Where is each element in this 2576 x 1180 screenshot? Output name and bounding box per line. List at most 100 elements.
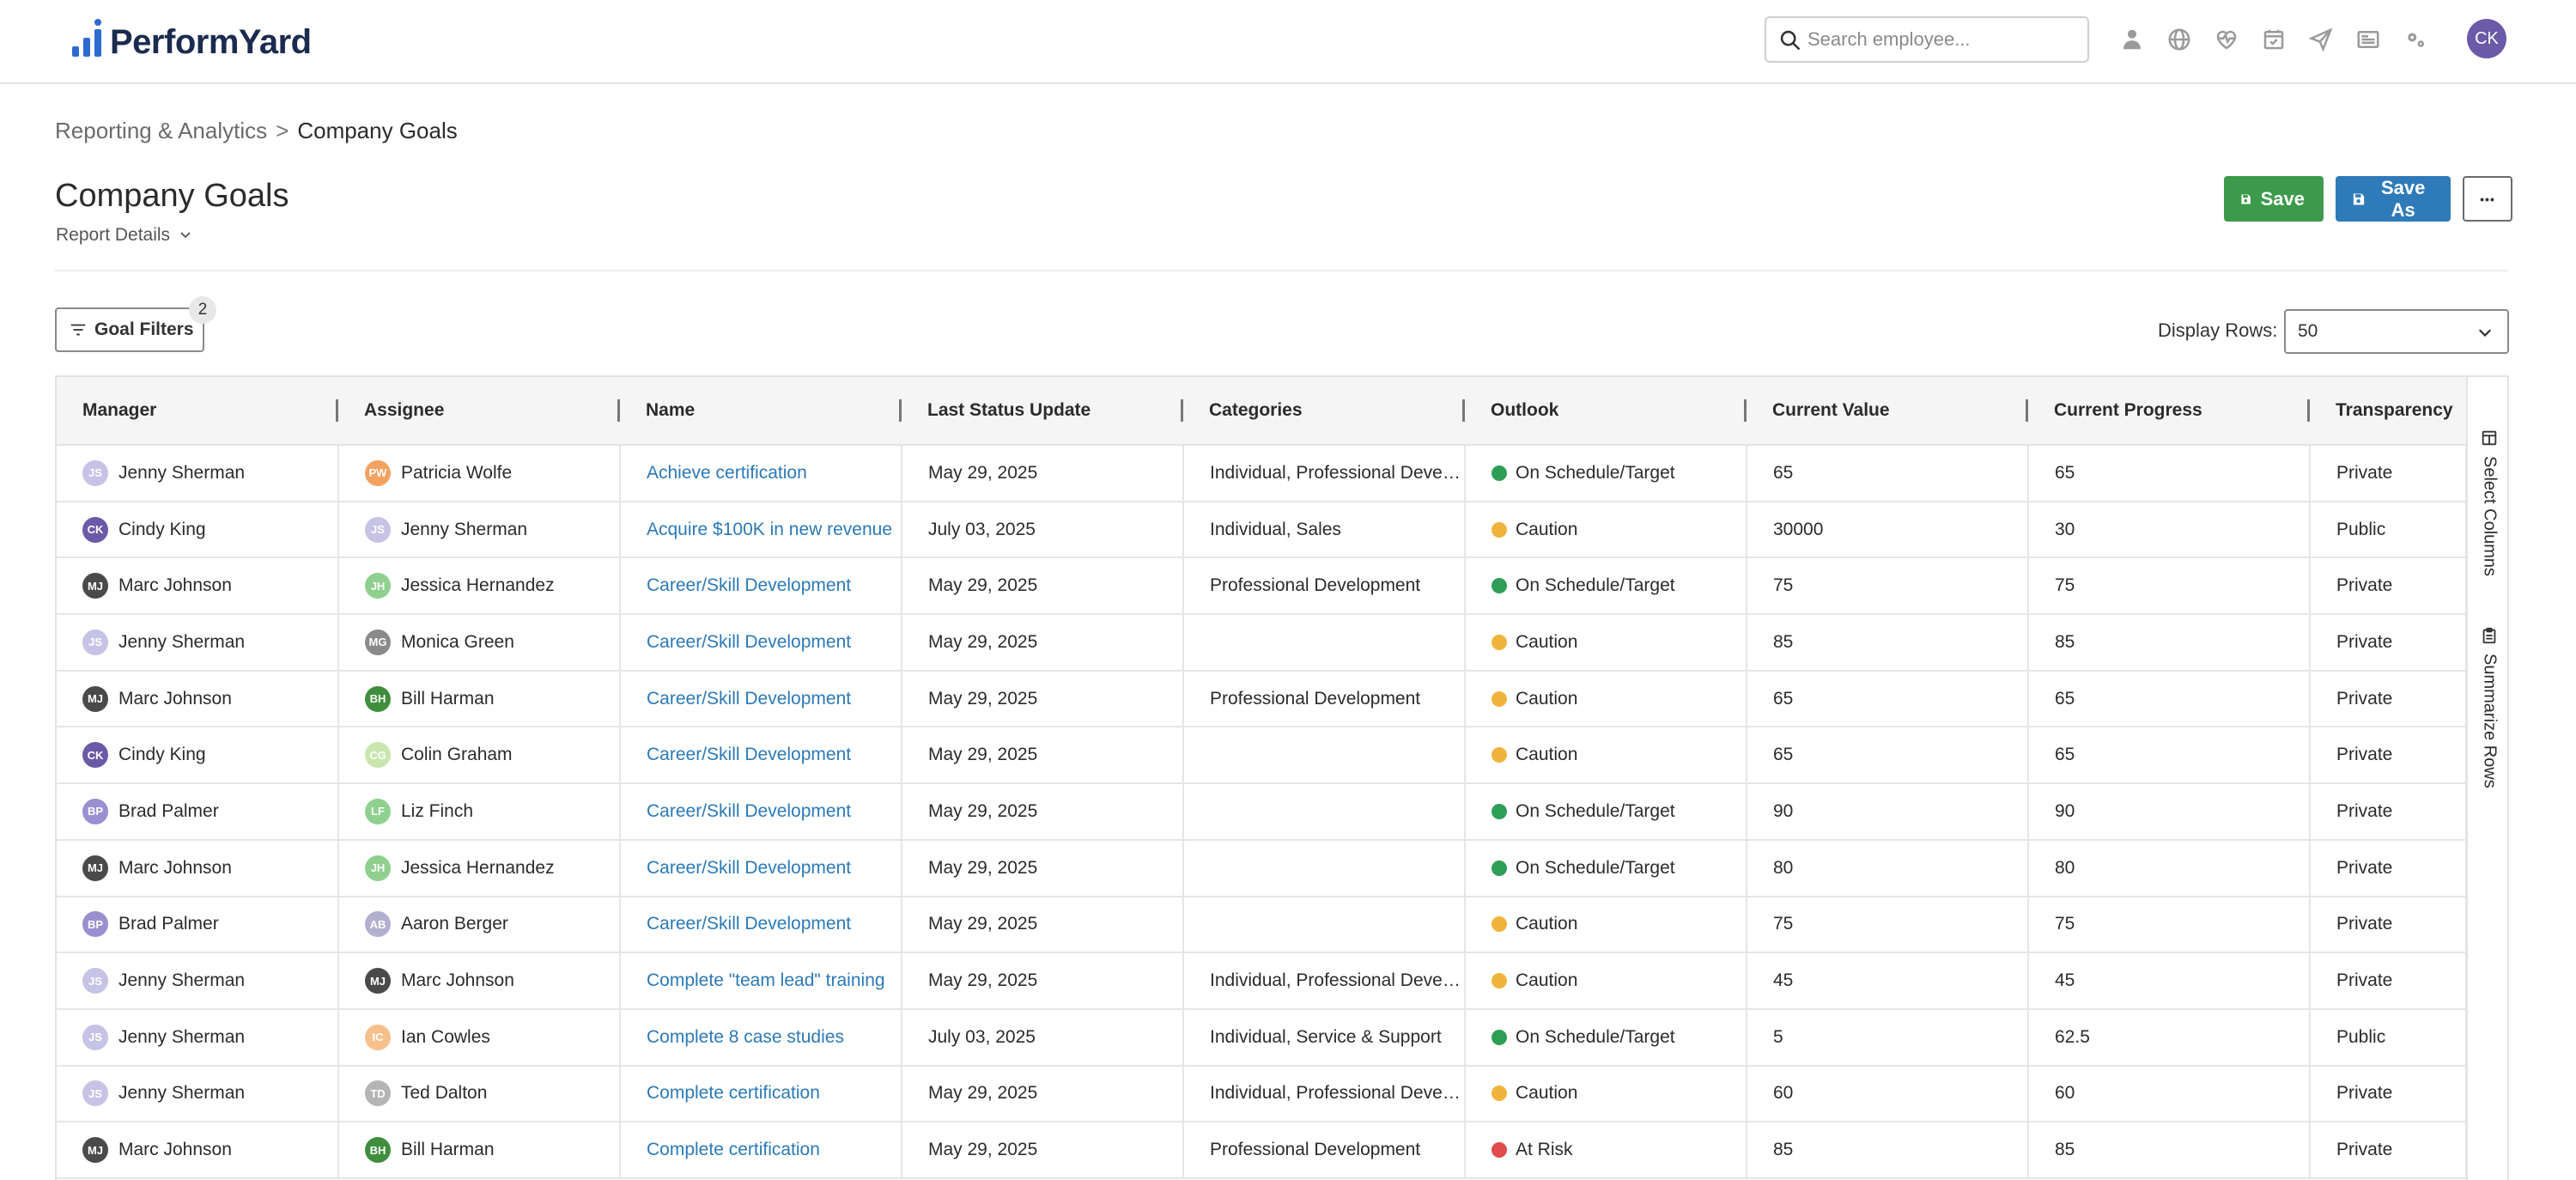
last-status-update-cell: May 29, 2025 [902,1122,1184,1179]
chevron-down-icon [2478,329,2492,338]
column-header[interactable]: Current Value [1747,377,2028,446]
last-status-update-cell: May 29, 2025 [902,1065,1184,1123]
last-status-update-cell: July 03, 2025 [902,1008,1184,1067]
goal-name-link[interactable]: Complete certification [620,1065,902,1123]
outlook-status-dot [1492,578,1507,594]
table-row[interactable]: CK Cindy King CG Colin Graham Career/Skill D… [57,727,2467,785]
table-row[interactable]: JS Jenny Sherman MG Monica Green Career/Skil… [57,614,2467,672]
goal-name-link[interactable]: Career/Skill Development [620,670,902,728]
transparency-cell: Private [2310,896,2467,954]
performyard-logo[interactable]: PerformYard [72,19,312,64]
more-options-button[interactable]: ••• [2463,176,2512,222]
breadcrumb-reporting-link[interactable]: Reporting & Analytics [55,118,267,144]
user-avatar[interactable]: CK [2467,19,2506,58]
paper-plane-icon[interactable] [2304,22,2338,57]
manager-cell: MJ Marc Johnson [57,839,339,897]
save-button[interactable]: Save [2224,176,2324,222]
floppy-disk-icon [2241,194,2251,204]
column-header[interactable]: Name [620,377,902,446]
manager-cell: BP Brad Palmer [57,896,339,954]
categories-cell: Individual, Professional Development [1183,952,1466,1010]
news-icon[interactable] [2351,22,2385,57]
goal-name-link[interactable]: Career/Skill Development [620,783,902,841]
goal-name-link[interactable]: Complete 8 case studies [620,1008,902,1067]
report-actions: Save Save As ••• [2224,176,2512,222]
avatar: MJ [82,685,108,712]
current-value-cell: 30000 [1747,501,2029,559]
table-row[interactable]: JS Jenny Sherman TD Ted Dalton Complete cert… [57,1065,2467,1123]
report-details-toggle[interactable]: Report Details [56,225,192,246]
avatar: JS [365,516,391,543]
column-header[interactable]: Manager [57,377,338,446]
search-employee-input[interactable] [1807,28,2065,51]
search-icon [1780,30,1801,51]
outlook-status-dot [1492,973,1507,989]
table-header-row: Manager Assignee Name Last Status Update Cat… [57,377,2466,446]
filter-count-badge: 2 [189,296,216,324]
transparency-cell: Private [2310,1122,2467,1179]
column-header[interactable]: Categories [1183,377,1465,446]
goal-name-link[interactable]: Career/Skill Development [620,614,902,672]
column-header[interactable]: Transparency [2310,377,2466,446]
person-icon[interactable] [2115,22,2149,57]
outlook-cell: Caution [1465,501,1747,559]
summarize-rows-button[interactable]: Summarize Rows [2468,626,2507,788]
heart-pulse-icon[interactable] [2209,22,2244,57]
columns-icon [2482,430,2497,446]
goal-name-link[interactable]: Career/Skill Development [620,839,902,897]
goal-name-link[interactable]: Complete certification [620,1122,902,1179]
top-nav-icons [2115,22,2445,57]
manager-cell: CK Cindy King [57,727,339,785]
last-status-update-cell: May 29, 2025 [902,670,1184,728]
globe-icon[interactable] [2162,22,2196,57]
avatar: IC [365,1024,391,1050]
manager-cell-name: Marc Johnson [118,857,232,878]
table-row[interactable]: JS Jenny Sherman MJ Marc Johnson Complete "t… [57,952,2467,1010]
goal-name-link[interactable]: Acquire $100K in new revenue [620,501,902,559]
goal-filters-button[interactable]: Goal Filters [55,307,204,352]
outlook-label: On Schedule/Target [1516,1026,1675,1047]
assignee-cell: JH Jessica Hernandez [338,557,621,616]
summarize-rows-label: Summarize Rows [2480,654,2500,788]
save-as-button[interactable]: Save As [2336,176,2451,222]
goal-name-link[interactable]: Complete "team lead" training [620,952,902,1010]
table-row[interactable]: CK Cindy King JS Jenny Sherman Acquire $100K… [57,501,2467,559]
table-row[interactable]: JS Jenny Sherman PW Patricia Wolfe Achieve c… [57,445,2467,502]
manager-cell-name: Brad Palmer [118,914,219,934]
table-row[interactable]: MJ Marc Johnson BH Bill Harman Complete cert… [57,1122,2467,1179]
goal-name-link[interactable]: Career/Skill Development [620,727,902,785]
outlook-label: Caution [1516,631,1578,652]
column-header[interactable]: Last Status Update [902,377,1183,446]
current-progress-cell: 62.5 [2028,1008,2311,1067]
assignee-cell: JH Jessica Hernandez [338,839,621,897]
avatar: CG [365,742,391,769]
column-header[interactable]: Outlook [1465,377,1747,446]
goal-name-link[interactable]: Achieve certification [620,445,902,502]
manager-cell-name: Marc Johnson [118,575,232,596]
current-progress-cell: 45 [2028,952,2311,1010]
gears-icon[interactable] [2398,22,2433,57]
column-header[interactable]: Assignee [338,377,620,446]
table-row[interactable]: BP Brad Palmer AB Aaron Berger Career/Skill … [57,896,2467,954]
goal-name-link[interactable]: Career/Skill Development [620,896,902,954]
table-row[interactable]: JS Jenny Sherman IC Ian Cowles Complete 8 ca… [57,1008,2467,1067]
table-row[interactable]: MJ Marc Johnson JH Jessica Hernandez Career/… [57,557,2467,616]
transparency-cell: Private [2310,952,2467,1010]
select-columns-button[interactable]: Select Columns [2468,429,2507,576]
column-header[interactable]: Current Progress [2028,377,2310,446]
table-row[interactable]: BP Brad Palmer LF Liz Finch Career/Skill Dev… [57,783,2467,841]
report-details-label: Report Details [56,225,171,245]
current-progress-cell: 75 [2028,557,2311,616]
column-header-label: Current Value [1772,400,1890,420]
table-row[interactable]: MJ Marc Johnson BH Bill Harman Career/Skill … [57,670,2467,728]
display-rows-select[interactable]: 50 [2284,309,2509,354]
table-row[interactable]: MJ Marc Johnson JH Jessica Hernandez Career/… [57,839,2467,897]
calendar-check-icon[interactable] [2257,22,2291,57]
outlook-label: On Schedule/Target [1516,857,1675,878]
logo-mark-icon [72,19,105,58]
assignee-cell-name: Colin Graham [401,745,513,765]
outlook-cell: On Schedule/Target [1465,445,1747,502]
goal-name-link[interactable]: Career/Skill Development [620,557,902,616]
column-header-label: Assignee [364,400,445,420]
assignee-cell-name: Ted Dalton [401,1083,488,1104]
